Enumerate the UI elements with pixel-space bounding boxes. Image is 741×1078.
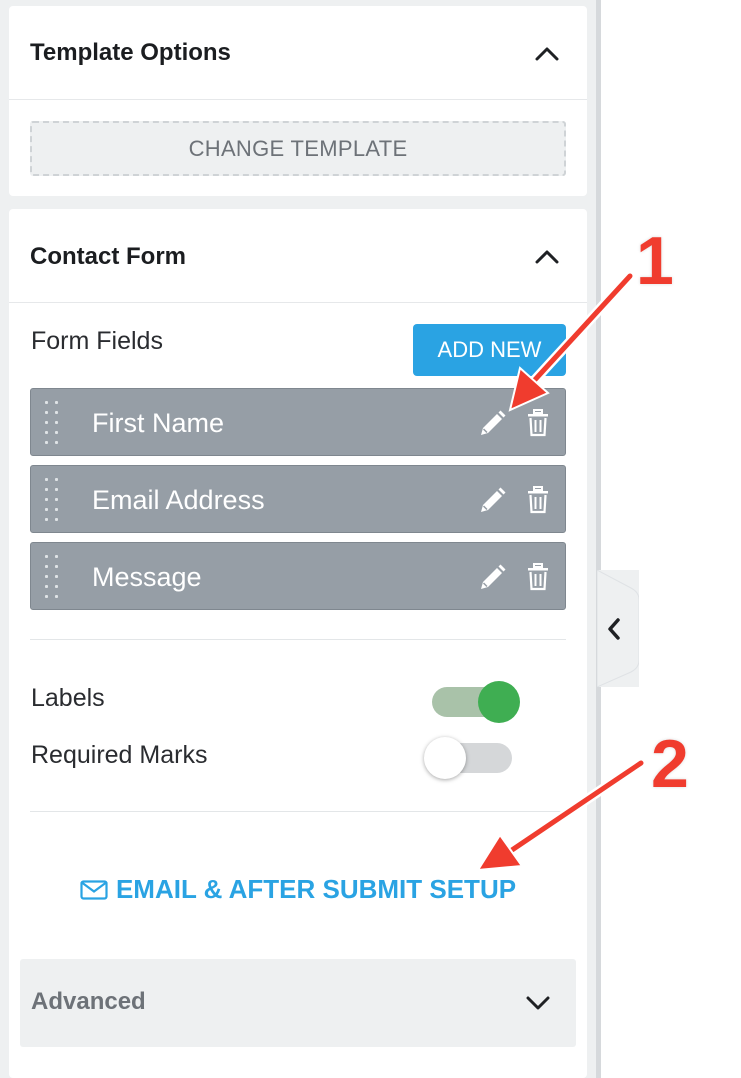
trash-icon[interactable] — [527, 486, 549, 514]
annotation-marker-2: 2 — [650, 725, 691, 804]
chevron-up-icon[interactable] — [534, 249, 560, 265]
divider — [30, 811, 566, 812]
toggle-knob — [424, 737, 466, 779]
email-after-submit-setup-link[interactable]: EMAIL & AFTER SUBMIT SETUP — [9, 874, 587, 905]
pencil-icon[interactable] — [477, 486, 507, 516]
drag-handle-icon[interactable] — [45, 478, 61, 522]
form-field-label: First Name — [92, 408, 225, 438]
labels-toggle-label: Labels — [31, 684, 105, 712]
add-new-field-button[interactable]: ADD NEW — [413, 324, 566, 376]
pencil-icon[interactable] — [477, 409, 507, 439]
editor-panel: Template Options CHANGE TEMPLATE Contact… — [0, 0, 597, 1078]
divider — [30, 639, 566, 640]
drag-handle-icon[interactable] — [45, 555, 61, 599]
template-options-header[interactable]: Template Options — [9, 6, 587, 100]
panel-border — [596, 0, 601, 1078]
collapse-panel-tab[interactable] — [597, 570, 639, 687]
trash-icon[interactable] — [527, 563, 549, 591]
trash-icon[interactable] — [527, 409, 549, 437]
contact-form-title: Contact Form — [30, 243, 186, 270]
form-field-row[interactable]: Message — [30, 542, 566, 610]
chevron-down-icon[interactable] — [526, 996, 550, 1010]
form-field-label: Message — [92, 562, 202, 592]
advanced-title: Advanced — [31, 988, 146, 1015]
toggle-knob — [478, 681, 520, 723]
annotation-marker-1: 1 — [635, 222, 676, 301]
labels-toggle[interactable] — [432, 681, 520, 723]
email-setup-label: EMAIL & AFTER SUBMIT SETUP — [115, 874, 517, 904]
form-fields-label: Form Fields — [31, 327, 163, 355]
template-options-section: Template Options CHANGE TEMPLATE — [9, 6, 587, 196]
required-marks-toggle-label: Required Marks — [31, 741, 208, 769]
template-options-title: Template Options — [30, 39, 231, 66]
advanced-section-header[interactable]: Advanced — [20, 959, 576, 1047]
chevron-left-icon[interactable] — [606, 617, 622, 641]
contact-form-section: Contact Form Form Fields ADD NEW First N… — [9, 209, 587, 1078]
form-field-label: Email Address — [92, 485, 265, 515]
form-field-row[interactable]: First Name — [30, 388, 566, 456]
contact-form-header[interactable]: Contact Form — [9, 209, 587, 303]
required-marks-toggle[interactable] — [424, 737, 512, 779]
envelope-icon — [80, 880, 108, 900]
chevron-up-icon[interactable] — [534, 46, 560, 62]
pencil-icon[interactable] — [477, 563, 507, 593]
form-field-row[interactable]: Email Address — [30, 465, 566, 533]
change-template-button[interactable]: CHANGE TEMPLATE — [30, 121, 566, 176]
drag-handle-icon[interactable] — [45, 401, 61, 445]
